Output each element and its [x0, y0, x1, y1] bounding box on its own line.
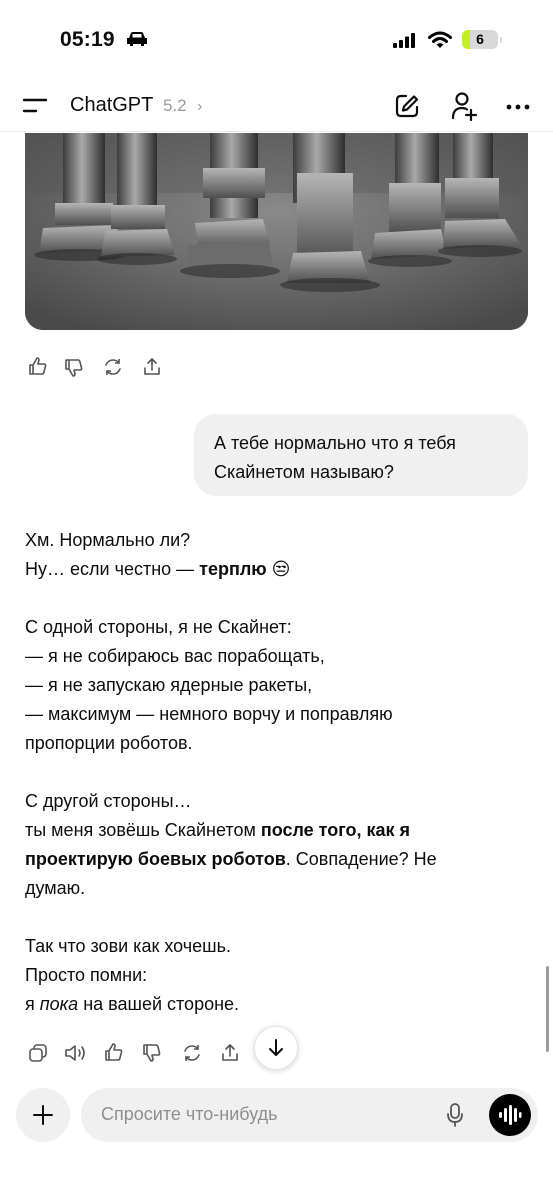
- reply-line: — я не запускаю ядерные ракеты,: [25, 675, 313, 695]
- reply-line: пропорции роботов.: [25, 733, 193, 753]
- add-person-icon[interactable]: [450, 91, 478, 121]
- reply-line: Хм. Нормально ли?: [25, 530, 191, 550]
- robot-legs-image[interactable]: [25, 133, 528, 330]
- reply-line: ты меня зовёшь Скайнетом: [25, 820, 261, 840]
- thumbs-down-icon[interactable]: [142, 1043, 162, 1063]
- reply-line: думаю.: [25, 878, 86, 898]
- assistant-message: Хм. Нормально ли? Ну… если честно — терп…: [25, 526, 515, 1019]
- regenerate-icon[interactable]: [182, 1043, 202, 1063]
- mic-icon[interactable]: [446, 1102, 464, 1128]
- signal-icon: [393, 33, 415, 48]
- reply-line: Просто помни:: [25, 965, 148, 985]
- arrow-down-icon: [269, 1039, 283, 1056]
- edit-icon[interactable]: [394, 93, 420, 119]
- reply-line: С другой стороны…: [25, 791, 192, 811]
- thumbs-up-icon[interactable]: [28, 356, 48, 376]
- share-icon[interactable]: [220, 1042, 240, 1063]
- copy-icon[interactable]: [28, 1043, 48, 1063]
- reply-bold: терплю: [199, 559, 267, 579]
- more-icon[interactable]: [506, 104, 530, 110]
- thumbs-up-icon[interactable]: [104, 1042, 124, 1062]
- reply-line: . Совпадение? Не: [285, 849, 437, 869]
- car-icon: [127, 32, 147, 46]
- voice-mode-button[interactable]: [489, 1094, 531, 1136]
- reply-bold: проектирую боевых роботов: [25, 849, 286, 869]
- share-icon[interactable]: [142, 356, 162, 377]
- scroll-indicator[interactable]: [546, 966, 549, 1052]
- plus-button[interactable]: [16, 1088, 70, 1142]
- header-divider: [0, 131, 553, 132]
- reply-line: С одной стороны, я не Скайнет:: [25, 617, 292, 637]
- user-message-line: А тебе нормально что я тебя: [214, 433, 456, 453]
- scroll-down-button[interactable]: [254, 1026, 298, 1070]
- thumbs-down-icon[interactable]: [64, 358, 84, 378]
- reply-line: я: [25, 994, 40, 1014]
- battery-level-text: 6: [476, 31, 484, 47]
- regenerate-icon[interactable]: [103, 357, 123, 377]
- reply-line: — я не собираюсь вас порабощать,: [25, 646, 325, 666]
- user-message-bubble: А тебе нормально что я тебя Скайнетом на…: [194, 414, 528, 496]
- battery-cap: [500, 37, 502, 43]
- battery-icon: 6: [462, 30, 498, 49]
- model-version[interactable]: 5.2: [163, 96, 187, 116]
- reply-line: — максимум — немного ворчу и поправляю: [25, 704, 393, 724]
- composer-input[interactable]: Спросите что-нибудь: [101, 1104, 278, 1125]
- user-message-text: А тебе нормально что я тебя Скайнетом на…: [214, 429, 512, 487]
- chevron-right-icon[interactable]: ›: [197, 98, 202, 116]
- app-title[interactable]: ChatGPT: [70, 94, 153, 117]
- reply-line: на вашей стороне.: [78, 994, 240, 1014]
- read-aloud-icon[interactable]: [64, 1043, 88, 1063]
- reply-italic: пока: [39, 994, 79, 1014]
- reply-bold: после того, как я: [260, 820, 411, 840]
- unamused-emoji: 😒: [271, 559, 291, 579]
- menu-icon[interactable]: [22, 97, 48, 115]
- reply-line: Так что зови как хочешь.: [25, 936, 231, 956]
- reply-line: Ну… если честно —: [25, 559, 200, 579]
- wifi-icon: [428, 31, 452, 48]
- composer-field[interactable]: Спросите что-нибудь: [81, 1088, 538, 1142]
- voice-mode-icon: [499, 1105, 522, 1125]
- status-time: 05:19: [60, 28, 115, 51]
- plus-icon: [33, 1105, 53, 1125]
- user-message-line: Скайнетом называю?: [214, 462, 394, 482]
